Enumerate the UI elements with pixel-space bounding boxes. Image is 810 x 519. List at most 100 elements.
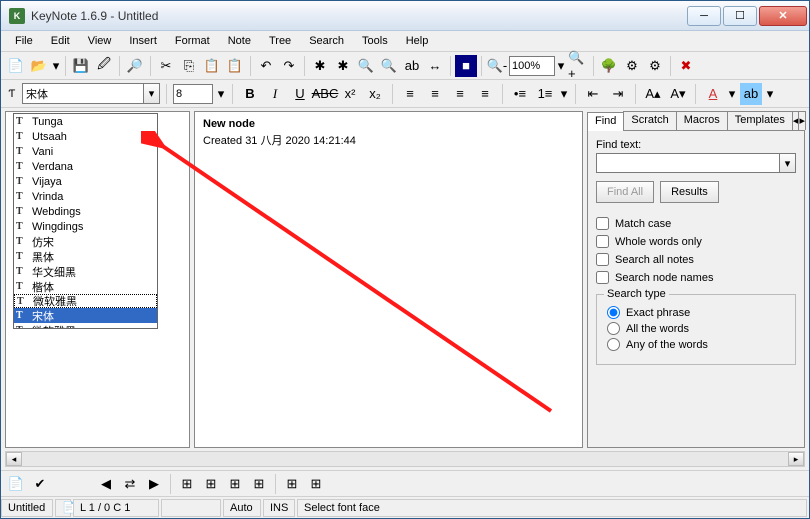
replace-icon[interactable]: ab	[401, 55, 423, 77]
note-icon[interactable]: 📄	[5, 473, 27, 495]
font-option[interactable]: ƬVerdana	[14, 159, 157, 174]
font-option[interactable]: Ƭ华文细黑	[14, 264, 157, 279]
font-color-dropdown-icon[interactable]: ▾	[727, 83, 737, 105]
tab-scratch[interactable]: Scratch	[623, 111, 676, 130]
prev-icon[interactable]: ◀	[95, 473, 117, 495]
superscript-icon[interactable]: x²	[339, 83, 361, 105]
minimize-button[interactable]: ─	[687, 6, 721, 26]
edit-icon[interactable]: 🖉	[93, 55, 115, 77]
menu-format[interactable]: Format	[167, 33, 218, 49]
zoom-dropdown-icon[interactable]: ▾	[556, 55, 566, 77]
scroll-right-icon[interactable]: ▸	[788, 452, 804, 466]
italic-icon[interactable]: I	[264, 83, 286, 105]
find-icon[interactable]: 🔎	[124, 55, 146, 77]
results-button[interactable]: Results	[660, 181, 719, 203]
open-dropdown-icon[interactable]: ▾	[51, 55, 61, 77]
numbering-dropdown-icon[interactable]: ▾	[559, 83, 569, 105]
outline1-icon[interactable]: ⊞	[176, 473, 198, 495]
options-icon[interactable]: ⚙	[621, 55, 643, 77]
style1-icon[interactable]: ✱	[309, 55, 331, 77]
align-right-icon[interactable]: ≡	[449, 83, 471, 105]
undo-icon[interactable]: ↶	[255, 55, 277, 77]
menu-tools[interactable]: Tools	[354, 33, 396, 49]
zoom-in-icon[interactable]: 🔍+	[567, 55, 589, 77]
tabs-scroll-right-icon[interactable]: ▸	[798, 111, 806, 130]
font-size-combo[interactable]	[173, 84, 213, 104]
find-text-input[interactable]: ▾	[596, 153, 796, 173]
font-option[interactable]: ƬWebdings	[14, 204, 157, 219]
goto-icon[interactable]: ↔	[424, 55, 446, 77]
paste-icon[interactable]: 📋	[201, 55, 223, 77]
redo-icon[interactable]: ↷	[278, 55, 300, 77]
menu-view[interactable]: View	[80, 33, 120, 49]
font-option[interactable]: Ƭ楷体	[14, 279, 157, 294]
color-swatch-icon[interactable]: ■	[455, 55, 477, 77]
check-icon[interactable]: ✔	[29, 473, 51, 495]
outline2-icon[interactable]: ⊞	[200, 473, 222, 495]
menu-file[interactable]: File	[7, 33, 41, 49]
find-text-icon[interactable]: 🔍	[355, 55, 377, 77]
align-left-icon[interactable]: ≡	[399, 83, 421, 105]
align-justify-icon[interactable]: ≡	[474, 83, 496, 105]
font-option[interactable]: ƬVijaya	[14, 174, 157, 189]
font-option[interactable]: ƬVrinda	[14, 189, 157, 204]
search-all-notes-checkbox[interactable]	[596, 253, 609, 266]
outline4-icon[interactable]: ⊞	[248, 473, 270, 495]
menu-tree[interactable]: Tree	[261, 33, 299, 49]
outdent-icon[interactable]: ⇤	[582, 83, 604, 105]
font-option[interactable]: Ƭ微软雅黑	[14, 323, 157, 328]
open-icon[interactable]: 📂	[28, 55, 50, 77]
paste-special-icon[interactable]: 📋	[224, 55, 246, 77]
font-option[interactable]: ƬTunga	[14, 114, 157, 129]
strike-icon[interactable]: ABC	[314, 83, 336, 105]
search-node-names-checkbox[interactable]	[596, 271, 609, 284]
save-icon[interactable]: 💾	[70, 55, 92, 77]
chevron-down-icon[interactable]: ▾	[143, 84, 159, 103]
subscript-icon[interactable]: x₂	[364, 83, 386, 105]
indent-icon[interactable]: ⇥	[607, 83, 629, 105]
font-option[interactable]: ƬWingdings	[14, 219, 157, 234]
font-option[interactable]: Ƭ黑体	[14, 249, 157, 264]
outline5-icon[interactable]: ⊞	[281, 473, 303, 495]
menu-search[interactable]: Search	[301, 33, 352, 49]
tab-find[interactable]: Find	[587, 112, 624, 131]
align-center-icon[interactable]: ≡	[424, 83, 446, 105]
font-option[interactable]: Ƭ仿宋	[14, 234, 157, 249]
font-option[interactable]: Ƭ宋体	[14, 308, 157, 323]
outline3-icon[interactable]: ⊞	[224, 473, 246, 495]
tree-icon[interactable]: 🌳	[598, 55, 620, 77]
editor[interactable]: New node Created 31 八月 2020 14:21:44	[194, 111, 583, 448]
zoom-out-icon[interactable]: 🔍-	[486, 55, 508, 77]
style2-icon[interactable]: ✱	[332, 55, 354, 77]
menu-help[interactable]: Help	[398, 33, 437, 49]
font-color-icon[interactable]: A	[702, 83, 724, 105]
close-button[interactable]: ✕	[759, 6, 807, 26]
zoom-combo[interactable]	[509, 56, 555, 76]
copy-icon[interactable]: ⎘	[178, 55, 200, 77]
underline-icon[interactable]: U	[289, 83, 311, 105]
all-words-radio[interactable]	[607, 322, 620, 335]
tab-macros[interactable]: Macros	[676, 111, 728, 130]
font-option[interactable]: ƬUtsaah	[14, 129, 157, 144]
highlight-icon[interactable]: ab	[740, 83, 762, 105]
whole-words-checkbox[interactable]	[596, 235, 609, 248]
bold-icon[interactable]: B	[239, 83, 261, 105]
chevron-down-icon[interactable]: ▾	[779, 154, 795, 172]
font-dropdown-list[interactable]: ƬTungaƬUtsaahƬVaniƬVerdanaƬVijayaƬVrinda…	[13, 113, 158, 329]
exact-phrase-radio[interactable]	[607, 306, 620, 319]
menu-insert[interactable]: Insert	[121, 33, 165, 49]
maximize-button[interactable]: ☐	[723, 6, 757, 26]
next-icon[interactable]: ▶	[143, 473, 165, 495]
any-words-radio[interactable]	[607, 338, 620, 351]
font-grow-icon[interactable]: A▴	[642, 83, 664, 105]
find-next-icon[interactable]: 🔍	[378, 55, 400, 77]
font-name-combo[interactable]: 宋体 ▾	[22, 83, 160, 104]
font-shrink-icon[interactable]: A▾	[667, 83, 689, 105]
find-all-button[interactable]: Find All	[596, 181, 654, 203]
font-option[interactable]: ƬVani	[14, 144, 157, 159]
highlight-dropdown-icon[interactable]: ▾	[765, 83, 775, 105]
tab-templates[interactable]: Templates	[727, 111, 793, 130]
menu-note[interactable]: Note	[220, 33, 259, 49]
toggle-icon[interactable]: ⇄	[119, 473, 141, 495]
new-icon[interactable]: 📄	[5, 55, 27, 77]
